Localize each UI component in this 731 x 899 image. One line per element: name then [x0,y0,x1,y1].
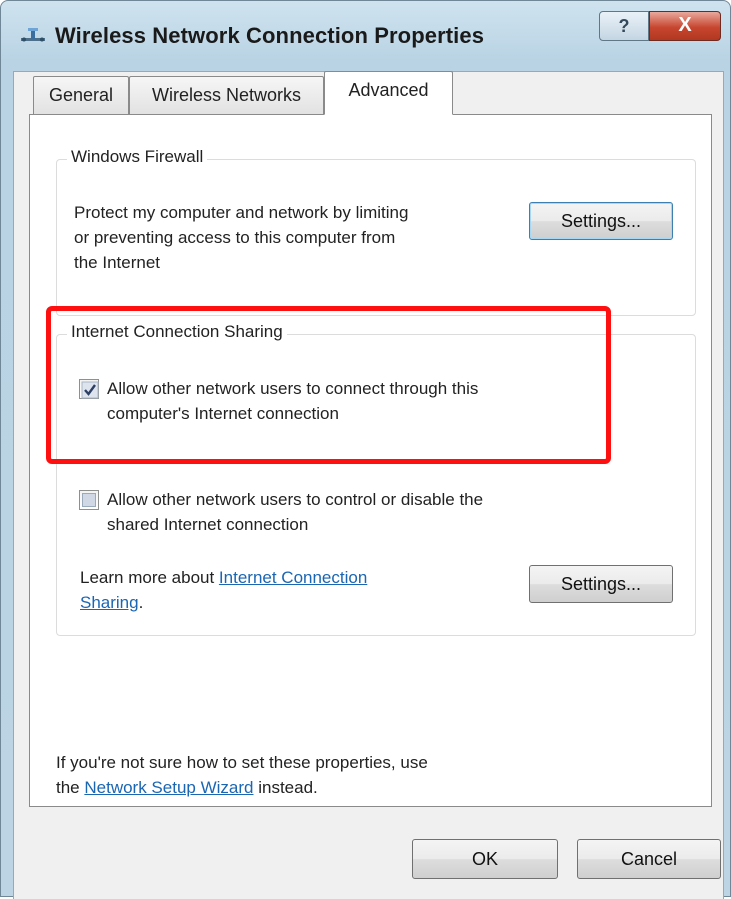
network-connection-icon [19,25,47,47]
windows-firewall-group: Windows Firewall Protect my computer and… [56,147,696,316]
firewall-settings-button[interactable]: Settings... [529,202,673,240]
setup-note-suffix: instead. [253,778,318,797]
setup-note-line1: If you're not sure how to set these prop… [56,753,428,772]
tab-wireless-networks[interactable]: Wireless Networks [129,76,324,114]
cancel-button[interactable]: Cancel [577,839,721,879]
firewall-description-line2: or preventing access to this computer fr… [74,228,396,247]
ok-button[interactable]: OK [412,839,558,879]
setup-note-line2: the Network Setup Wizard instead. [56,775,318,800]
ics-help-link[interactable]: Internet Connection [219,568,367,587]
window-title: Wireless Network Connection Properties [55,23,485,48]
red-highlight-box [46,306,611,464]
setup-note-prefix: the [56,778,85,797]
tab-advanced[interactable]: Advanced [324,71,453,115]
ics-settings-button[interactable]: Settings... [529,565,673,603]
learn-more-prefix: Learn more about [80,568,219,587]
firewall-description-line1: Protect my computer and network by limit… [74,203,409,222]
ics-help-link-continued[interactable]: Sharing [80,593,139,612]
help-button[interactable]: ? [599,11,649,41]
allow-control-label-line1[interactable]: Allow other network users to control or … [107,487,483,512]
close-icon: X [678,14,692,36]
learn-more-suffix: . [138,593,144,612]
close-button[interactable]: X [649,11,721,41]
allow-control-label-line2[interactable]: shared Internet connection [107,512,308,537]
tab-general[interactable]: General [33,76,129,114]
checkbox-fill [82,493,96,507]
title-bar[interactable]: Wireless Network Connection Properties ?… [1,1,730,71]
firewall-description-line3: the Internet [74,253,161,272]
allow-control-checkbox[interactable] [79,490,99,510]
learn-more-line2: Sharing. [80,590,143,615]
network-setup-wizard-link[interactable]: Network Setup Wizard [84,778,253,797]
learn-more-line1: Learn more about Internet Connection [80,565,367,590]
windows-firewall-legend: Windows Firewall [67,147,208,167]
